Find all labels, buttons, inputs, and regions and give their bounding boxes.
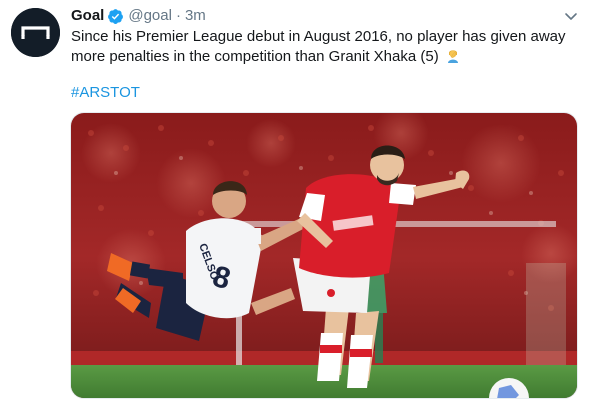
tweet-body: Since his Premier League debut in August… bbox=[71, 28, 566, 65]
header-separator: · bbox=[175, 7, 181, 24]
author-name[interactable]: Goal bbox=[71, 6, 104, 26]
avatar[interactable] bbox=[11, 8, 60, 57]
tweet-text: Since his Premier League debut in August… bbox=[71, 27, 576, 67]
chevron-down-icon[interactable] bbox=[563, 8, 579, 24]
author-handle[interactable]: @goal bbox=[128, 6, 172, 26]
tweet-header: Goal @goal · 3m bbox=[71, 6, 206, 26]
hashtag-link[interactable]: #ARSTOT bbox=[71, 83, 140, 103]
person-facepalming-icon bbox=[445, 47, 461, 63]
tweet-photo[interactable]: 8 CELSO bbox=[70, 112, 578, 399]
verified-badge-icon bbox=[107, 8, 124, 25]
goal-logo-icon bbox=[11, 8, 60, 57]
football-photo: 8 CELSO bbox=[71, 113, 577, 398]
tweet-card[interactable]: Goal @goal · 3m Since his Premier League… bbox=[0, 0, 593, 407]
tweet-timestamp[interactable]: 3m bbox=[185, 6, 206, 26]
